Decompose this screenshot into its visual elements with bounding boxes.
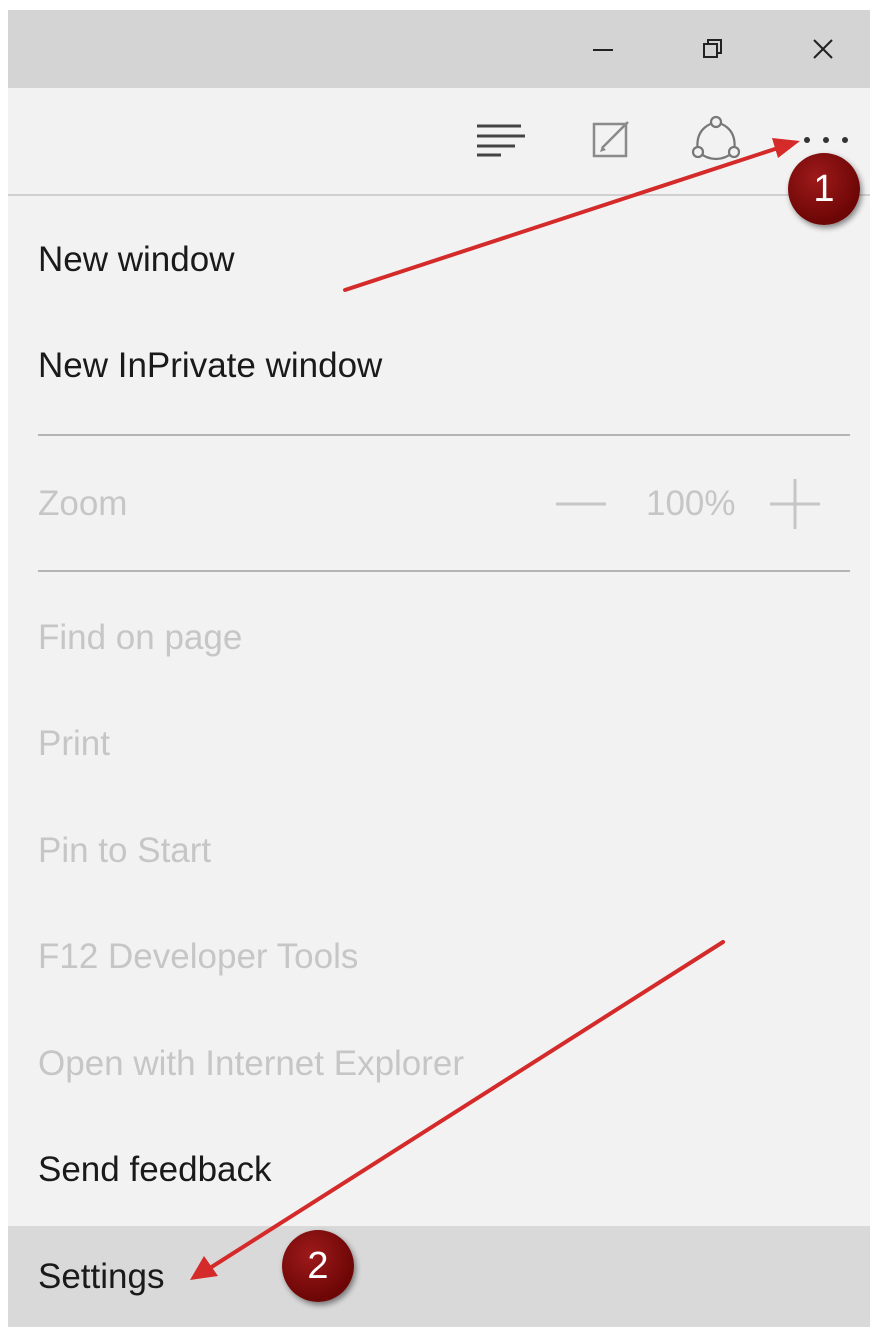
more-icon bbox=[804, 137, 848, 143]
menu-item-label: Open with Internet Explorer bbox=[38, 1044, 465, 1083]
menu-item-find-on-page[interactable]: Find on page bbox=[8, 588, 870, 688]
hub-button[interactable] bbox=[473, 112, 529, 168]
share-button[interactable] bbox=[688, 112, 744, 168]
menu-divider bbox=[38, 434, 850, 436]
annotation-step-number: 2 bbox=[307, 1244, 329, 1287]
web-note-icon bbox=[592, 121, 629, 158]
menu-item-new-inprivate-window[interactable]: New InPrivate window bbox=[8, 316, 870, 416]
restore-button[interactable] bbox=[678, 10, 748, 88]
close-icon bbox=[813, 39, 833, 59]
menu-item-label: F12 Developer Tools bbox=[38, 937, 359, 976]
minimize-button[interactable] bbox=[568, 10, 638, 88]
share-icon bbox=[691, 115, 741, 161]
menu-item-label: Pin to Start bbox=[38, 831, 212, 870]
menu-item-settings[interactable]: Settings bbox=[8, 1226, 870, 1327]
browser-toolbar bbox=[8, 88, 870, 196]
annotation-step-2-badge: 2 bbox=[282, 1230, 354, 1302]
hub-icon bbox=[477, 124, 525, 157]
menu-item-pin-to-start[interactable]: Pin to Start bbox=[8, 801, 870, 901]
menu-item-open-with-ie[interactable]: Open with Internet Explorer bbox=[8, 1014, 870, 1114]
menu-item-send-feedback[interactable]: Send feedback bbox=[8, 1120, 870, 1220]
annotation-step-number: 1 bbox=[813, 167, 835, 210]
plus-icon bbox=[770, 479, 820, 529]
web-note-button[interactable] bbox=[584, 112, 640, 168]
annotation-step-1-badge: 1 bbox=[788, 153, 860, 225]
menu-item-new-window[interactable]: New window bbox=[8, 210, 870, 310]
zoom-out-button[interactable] bbox=[556, 454, 606, 554]
menu-item-label: Send feedback bbox=[38, 1150, 272, 1189]
zoom-value: 100% bbox=[646, 454, 736, 554]
zoom-row: Zoom 100% bbox=[8, 454, 870, 554]
minus-icon bbox=[556, 502, 606, 506]
menu-item-label: Print bbox=[38, 724, 110, 763]
menu-item-label: Settings bbox=[38, 1256, 165, 1296]
menu-item-label: New window bbox=[38, 240, 235, 279]
minimize-icon bbox=[593, 49, 613, 51]
menu-item-developer-tools[interactable]: F12 Developer Tools bbox=[8, 907, 870, 1007]
restore-icon bbox=[703, 39, 722, 58]
zoom-percentage: 100% bbox=[646, 484, 736, 523]
zoom-label: Zoom bbox=[38, 484, 128, 523]
zoom-in-button[interactable] bbox=[770, 454, 820, 554]
menu-item-label: Find on page bbox=[38, 618, 243, 657]
close-button[interactable] bbox=[788, 10, 858, 88]
menu-item-print[interactable]: Print bbox=[8, 694, 870, 794]
menu-divider bbox=[38, 570, 850, 572]
title-bar bbox=[8, 10, 870, 88]
more-actions-menu: New window New InPrivate window Zoom 100… bbox=[8, 196, 870, 1327]
menu-item-label: New InPrivate window bbox=[38, 346, 383, 385]
